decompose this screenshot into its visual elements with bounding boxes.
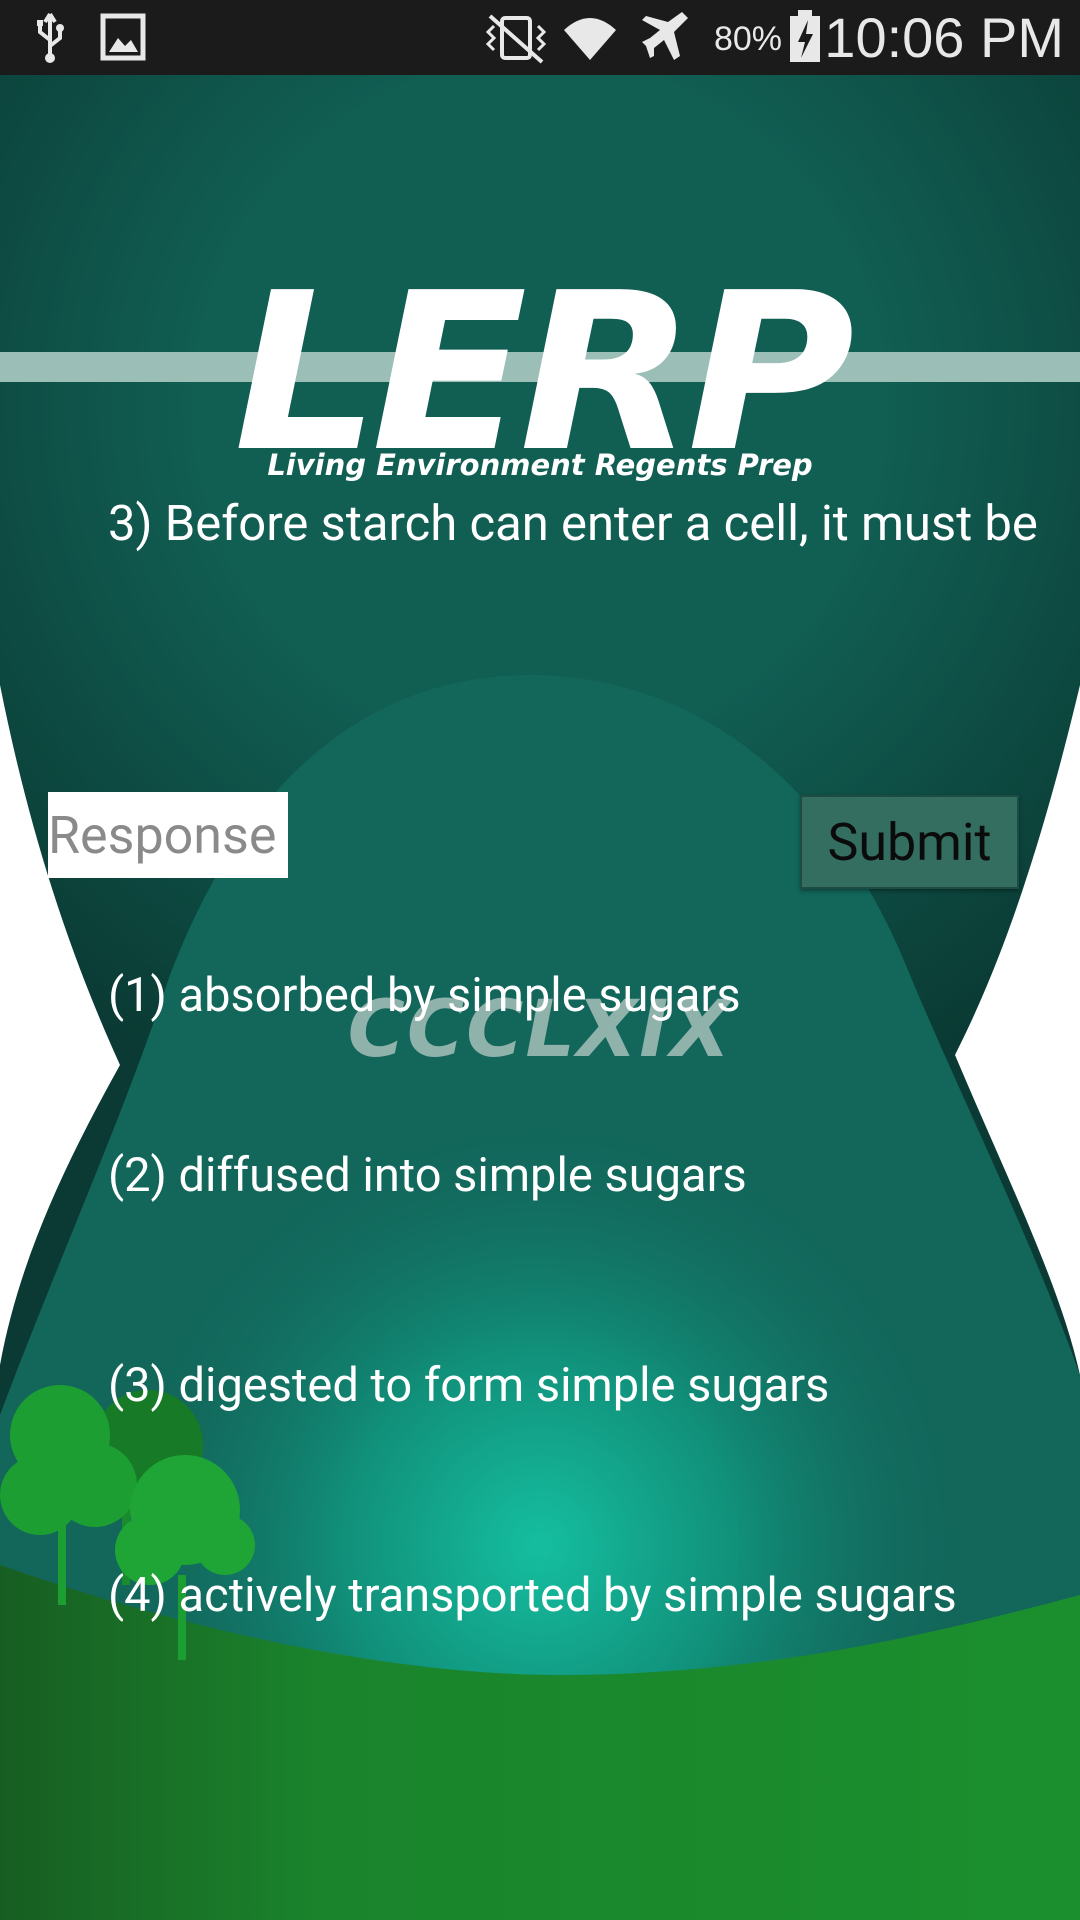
quiz-screen: LERP Living Environment Regents Prep CCC… [0,75,1080,1920]
wifi-icon [560,0,620,75]
battery-percentage: 80% [713,20,782,58]
choice-3: (3) digested to form simple sugars [108,1358,830,1413]
app-tagline: Living Environment Regents Prep [267,448,813,482]
choice-4: (4) actively transported by simple sugar… [108,1568,957,1623]
submit-button[interactable]: Submit [800,795,1019,889]
airplane-icon [638,0,692,75]
status-bar: 80% 10:06 PM [0,0,1080,75]
vibrate-icon [480,0,552,75]
choice-2: (2) diffused into simple sugars [108,1148,747,1203]
battery-charging-icon [786,0,826,75]
image-icon [100,0,146,75]
choice-1: (1) absorbed by simple sugars [108,968,741,1023]
response-input[interactable] [48,792,288,878]
usb-icon [32,0,68,75]
question-text: 3) Before starch can enter a cell, it mu… [108,495,1038,552]
clock: 10:06 PM [824,6,1064,69]
